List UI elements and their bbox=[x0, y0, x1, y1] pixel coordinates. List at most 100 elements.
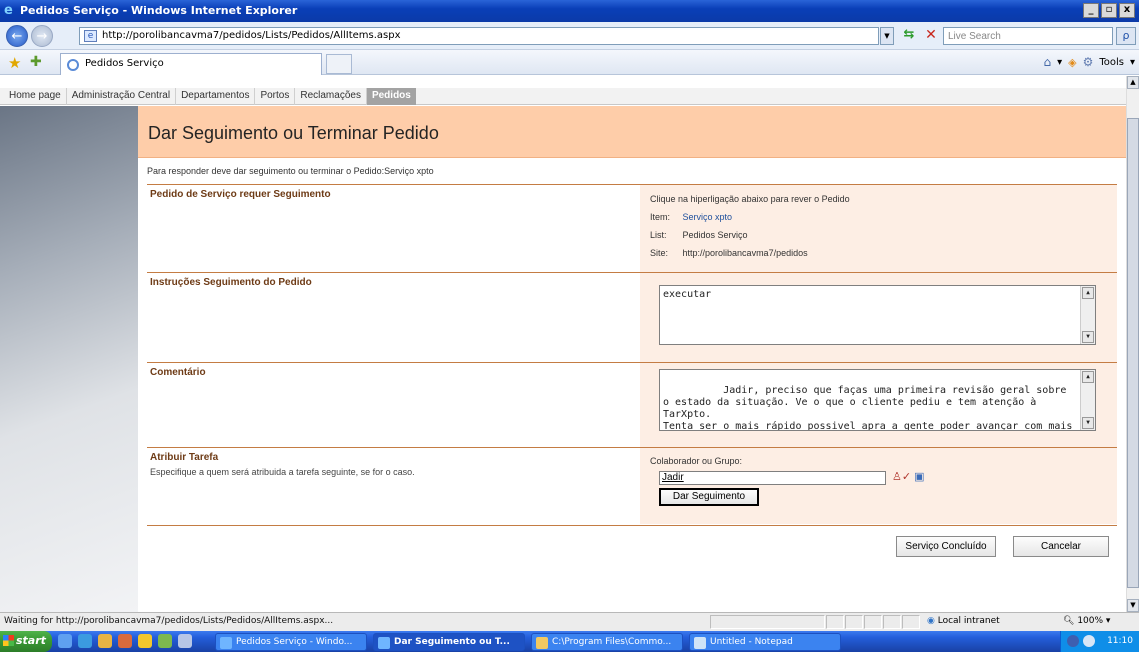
tools-menu[interactable]: Tools bbox=[1099, 57, 1124, 68]
window-title: Pedidos Serviço - Windows Internet Explo… bbox=[20, 4, 298, 17]
people-picker-input[interactable]: Jadir bbox=[659, 471, 886, 485]
quicklaunch-doc-icon[interactable] bbox=[178, 634, 192, 648]
scrollbar-thumb[interactable] bbox=[1127, 118, 1139, 588]
feeds-icon[interactable]: ◈ bbox=[1068, 56, 1076, 69]
security-zone[interactable]: ◉ Local intranet bbox=[927, 616, 1000, 626]
folder-icon bbox=[536, 637, 548, 649]
page-scrollbar[interactable]: ▲ ▼ bbox=[1126, 76, 1139, 612]
quicklaunch-media-icon[interactable] bbox=[118, 634, 132, 648]
forward-button[interactable]: → bbox=[31, 25, 53, 47]
nav-home-page[interactable]: Home page bbox=[4, 88, 67, 105]
page-icon: e bbox=[84, 30, 97, 42]
browser-tab[interactable]: Pedidos Serviço bbox=[60, 53, 322, 75]
cancel-button[interactable]: Cancelar bbox=[1013, 536, 1109, 557]
nav-administracao-central[interactable]: Administração Central bbox=[67, 88, 177, 105]
clock: 11:10 bbox=[1107, 636, 1133, 646]
address-dropdown-button[interactable]: ▼ bbox=[880, 27, 894, 45]
review-item-key: Item: bbox=[650, 212, 671, 222]
instructions-textarea[interactable]: executar ▲ ▼ bbox=[659, 285, 1096, 345]
task-pedidos-servico[interactable]: Pedidos Serviço - Windo... bbox=[215, 633, 367, 651]
add-favorites-icon[interactable]: ✚ bbox=[30, 54, 42, 70]
gear-icon: ⚙ bbox=[1082, 55, 1094, 69]
review-list-value: Pedidos Serviço bbox=[682, 230, 748, 240]
scroll-up-icon[interactable]: ▲ bbox=[1082, 287, 1094, 299]
instructions-text: executar bbox=[663, 289, 712, 300]
task-program-files[interactable]: C:\Program Files\Commo... bbox=[531, 633, 683, 651]
command-bar: ⌂ ▾ ◈ ⚙ Tools ▾ bbox=[1043, 55, 1135, 69]
status-cell bbox=[864, 615, 882, 629]
volume-icon[interactable] bbox=[1083, 635, 1095, 647]
system-tray: 11:10 bbox=[1060, 631, 1139, 652]
dropdown-icon[interactable]: ▾ bbox=[1057, 57, 1062, 68]
page-header: Dar Seguimento ou Terminar Pedido bbox=[138, 106, 1126, 158]
nav-departamentos[interactable]: Departamentos bbox=[176, 88, 256, 105]
home-icon[interactable]: ⌂ bbox=[1043, 55, 1051, 69]
favorites-star-icon[interactable]: ★ bbox=[8, 54, 21, 72]
network-icon[interactable] bbox=[1067, 635, 1079, 647]
status-cell bbox=[845, 615, 863, 629]
dar-seguimento-button[interactable]: Dar Seguimento bbox=[659, 488, 759, 506]
section-assign: Atribuir Tarefa Especifique a quem será … bbox=[147, 447, 1117, 524]
restore-button[interactable]: ▫ bbox=[1101, 3, 1117, 18]
zoom-dropdown-icon[interactable]: ▾ bbox=[1106, 616, 1111, 626]
start-button[interactable]: start bbox=[0, 631, 52, 652]
instructions-scrollbar[interactable]: ▲ ▼ bbox=[1080, 286, 1095, 344]
task-dar-seguimento[interactable]: Dar Seguimento ou T... bbox=[373, 633, 525, 651]
section-assign-label: Atribuir Tarefa bbox=[150, 452, 219, 463]
scroll-up-icon[interactable]: ▲ bbox=[1082, 371, 1094, 383]
scroll-up-icon[interactable]: ▲ bbox=[1127, 76, 1139, 89]
section-comment-right: Jadir, preciso que faças uma primeira re… bbox=[640, 363, 1117, 447]
ie-logo-icon: e bbox=[4, 3, 13, 18]
refresh-icon[interactable]: ⇆ bbox=[900, 27, 918, 45]
quicklaunch-ie-icon[interactable] bbox=[78, 634, 92, 648]
stop-icon[interactable]: ✕ bbox=[922, 27, 940, 45]
quicklaunch-messenger-icon[interactable] bbox=[138, 634, 152, 648]
search-input[interactable] bbox=[943, 27, 1113, 45]
review-site-row: Site: http://porolibancavma7/pedidos bbox=[650, 244, 850, 262]
ie-icon bbox=[378, 637, 390, 649]
quicklaunch-folder-icon[interactable] bbox=[98, 634, 112, 648]
check-names-icon[interactable]: ♙✓ bbox=[892, 471, 911, 483]
review-list-row: List: Pedidos Serviço bbox=[650, 226, 850, 244]
task-label: C:\Program Files\Commo... bbox=[552, 637, 672, 647]
zoom-level: 100% bbox=[1077, 616, 1104, 626]
review-site-key: Site: bbox=[650, 248, 669, 258]
section-comment-left: Comentário bbox=[147, 363, 640, 447]
address-book-icon[interactable]: ▣ bbox=[914, 471, 924, 483]
minimize-button[interactable]: _ bbox=[1083, 3, 1099, 18]
assign-field-label: Colaborador ou Grupo: bbox=[650, 456, 743, 466]
address-bar[interactable]: e http://porolibancavma7/pedidos/Lists/P… bbox=[79, 27, 879, 45]
status-cell bbox=[902, 615, 920, 629]
globe-icon: ◉ bbox=[927, 616, 935, 626]
task-label: Untitled - Notepad bbox=[710, 637, 793, 647]
scroll-down-icon[interactable]: ▼ bbox=[1127, 599, 1139, 612]
section-assign-sublabel: Especifique a quem será atribuida a tare… bbox=[150, 467, 415, 477]
window-controls: _ ▫ x bbox=[1083, 3, 1135, 18]
servico-concluido-button[interactable]: Serviço Concluído bbox=[896, 536, 996, 557]
nav-pedidos[interactable]: Pedidos bbox=[366, 88, 416, 105]
comment-textarea[interactable]: Jadir, preciso que faças uma primeira re… bbox=[659, 369, 1096, 431]
tools-dropdown-icon[interactable]: ▾ bbox=[1130, 57, 1135, 68]
section-review-right: Clique na hiperligação abaixo para rever… bbox=[640, 185, 1117, 272]
section-instructions: Instruções Seguimento do Pedido executar… bbox=[147, 272, 1117, 362]
review-item-link[interactable]: Serviço xpto bbox=[683, 212, 733, 222]
status-bar: Waiting for http://porolibancavma7/pedid… bbox=[0, 612, 1139, 631]
section-assign-right: Colaborador ou Grupo: Jadir ♙✓ ▣ Dar Seg… bbox=[640, 448, 1117, 524]
close-button[interactable]: x bbox=[1119, 3, 1135, 18]
nav-portos[interactable]: Portos bbox=[255, 88, 296, 105]
search-icon[interactable]: ρ bbox=[1116, 27, 1136, 45]
scroll-down-icon[interactable]: ▼ bbox=[1082, 417, 1094, 429]
new-tab-button[interactable] bbox=[326, 54, 352, 74]
scroll-down-icon[interactable]: ▼ bbox=[1082, 331, 1094, 343]
quicklaunch-tool-icon[interactable] bbox=[158, 634, 172, 648]
review-hint: Clique na hiperligação abaixo para rever… bbox=[650, 194, 850, 204]
nav-reclamacoes[interactable]: Reclamações bbox=[295, 88, 367, 105]
section-instructions-left: Instruções Seguimento do Pedido bbox=[147, 273, 640, 362]
task-notepad[interactable]: Untitled - Notepad bbox=[689, 633, 841, 651]
back-button[interactable]: ← bbox=[6, 25, 28, 47]
zoom-control[interactable]: 🔍︎ 100% ▾ bbox=[1063, 616, 1110, 626]
section-instructions-label: Instruções Seguimento do Pedido bbox=[150, 277, 312, 288]
comment-scrollbar[interactable]: ▲ ▼ bbox=[1080, 370, 1095, 430]
status-cell bbox=[710, 615, 825, 629]
quicklaunch-desktop-icon[interactable] bbox=[58, 634, 72, 648]
